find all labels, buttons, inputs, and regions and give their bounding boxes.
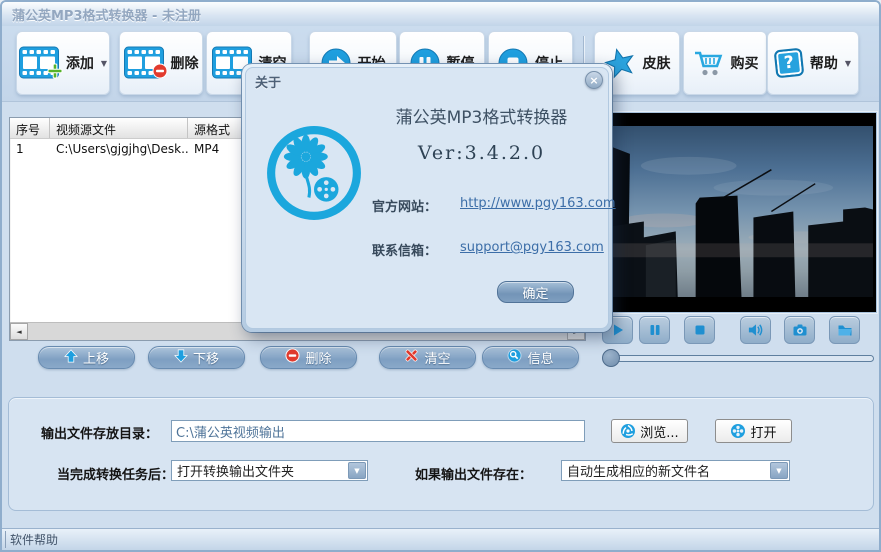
if-exists-select[interactable]: 自动生成相应的新文件名 ▼ xyxy=(561,460,790,481)
film-reel-icon xyxy=(731,424,746,438)
browse-label: 浏览... xyxy=(640,425,679,441)
about-app-name: 蒲公英MP3格式转换器 xyxy=(395,108,568,128)
seek-slider-track[interactable] xyxy=(610,355,874,362)
chevron-down-icon: ▼ xyxy=(844,58,852,68)
clear-list-button[interactable]: 清空 xyxy=(379,346,476,369)
move-down-button[interactable]: 下移 xyxy=(148,346,245,369)
arrow-down-icon xyxy=(174,349,188,367)
cell-path: C:\Users\gjgjhg\Desk... xyxy=(56,142,188,156)
red-x-icon xyxy=(404,348,419,367)
stop-icon xyxy=(695,325,704,335)
if-exists-value: 自动生成相应的新文件名 xyxy=(567,465,711,480)
output-dir-input[interactable] xyxy=(171,420,585,442)
about-version: Ver:3.4.2.0 xyxy=(417,142,546,164)
after-task-value: 打开转换输出文件夹 xyxy=(177,465,295,480)
info-label: 信息 xyxy=(527,352,554,367)
output-dir-label: 输出文件存放目录： xyxy=(41,427,159,442)
buy-button[interactable]: 购买 xyxy=(683,31,767,95)
after-task-select[interactable]: 打开转换输出文件夹 ▼ xyxy=(171,460,368,481)
film-delete-icon xyxy=(123,46,167,80)
minus-circle-icon xyxy=(285,348,301,367)
open-output-button[interactable]: 打开 xyxy=(715,419,792,443)
column-header-source-file[interactable]: 视频源文件 xyxy=(50,118,188,138)
video-preview xyxy=(600,112,877,313)
close-icon[interactable]: × xyxy=(585,71,603,89)
dialog-title: 关于 xyxy=(255,76,282,91)
browse-button[interactable]: 浏览... xyxy=(611,419,688,443)
move-down-label: 下移 xyxy=(192,352,219,367)
chevron-down-icon[interactable]: ▼ xyxy=(348,462,366,479)
window-title: 蒲公英MP3格式转换器 - 未注册 xyxy=(12,8,201,24)
folder-icon xyxy=(838,325,851,336)
pause-icon xyxy=(650,325,659,335)
chevron-down-icon: ▼ xyxy=(100,58,108,68)
help-label: 帮助 xyxy=(809,56,838,72)
scroll-left-button[interactable]: ◄ xyxy=(10,323,28,340)
move-up-label: 上移 xyxy=(82,352,109,367)
email-label: 联系信箱： xyxy=(372,244,438,259)
chevron-down-icon[interactable]: ▼ xyxy=(770,462,788,479)
skin-label: 皮肤 xyxy=(642,56,671,72)
question-icon: ? xyxy=(773,47,805,79)
email-link[interactable]: support@pgy163.com xyxy=(460,240,604,255)
dusk-skyline-image xyxy=(604,126,873,297)
pause-player-button[interactable] xyxy=(639,316,670,344)
video-frame xyxy=(604,126,873,297)
titlebar[interactable]: 蒲公英MP3格式转换器 - 未注册 xyxy=(2,2,879,26)
open-folder-button[interactable] xyxy=(829,316,860,344)
speaker-icon xyxy=(748,324,763,336)
camera-icon xyxy=(793,324,806,336)
aperture-icon xyxy=(621,424,636,438)
plus-badge-icon xyxy=(47,63,63,83)
play-icon xyxy=(613,324,623,336)
column-header-no[interactable]: 序号 xyxy=(10,118,50,138)
status-bar: 软件帮助 xyxy=(2,528,879,550)
remove-item-button[interactable]: 删除 xyxy=(260,346,357,369)
minus-badge-icon xyxy=(152,63,168,83)
app-window: 蒲公英MP3格式转换器 - 未注册 添加 ▼ 删除 清空 xyxy=(0,0,881,552)
delete-label: 删除 xyxy=(170,56,199,72)
help-button[interactable]: ? 帮助 ▼ xyxy=(767,31,859,95)
magnifier-icon xyxy=(507,348,523,367)
dandelion-logo xyxy=(265,124,363,226)
volume-button[interactable] xyxy=(740,316,771,344)
delete-button[interactable]: 删除 xyxy=(119,31,203,95)
buy-label: 购买 xyxy=(730,56,759,72)
cell-no: 1 xyxy=(16,142,24,156)
about-dialog: 关于 × 蒲公英MP3格式转换器 Ver:3.4.2.0 官方网站： http:… xyxy=(242,64,616,332)
snapshot-button[interactable] xyxy=(784,316,815,344)
status-help-text[interactable]: 软件帮助 xyxy=(5,531,58,548)
seek-slider-handle[interactable] xyxy=(602,349,620,367)
film-add-icon xyxy=(18,46,63,80)
ok-button[interactable]: 确定 xyxy=(497,281,574,303)
cart-icon xyxy=(692,49,724,77)
move-up-button[interactable]: 上移 xyxy=(38,346,135,369)
website-link[interactable]: http://www.pgy163.com xyxy=(460,196,616,211)
after-task-label: 当完成转换任务后： xyxy=(57,468,175,483)
stop-player-button[interactable] xyxy=(684,316,715,344)
website-label: 官方网站： xyxy=(372,200,438,215)
clear-list-label: 清空 xyxy=(424,352,451,367)
add-button[interactable]: 添加 ▼ xyxy=(16,31,110,95)
output-settings-group: 输出文件存放目录： 浏览... 打开 当完成转换任务后： 打开转换输出文件夹 ▼… xyxy=(8,397,874,511)
open-output-label: 打开 xyxy=(750,425,777,441)
remove-item-label: 删除 xyxy=(305,352,332,367)
info-button[interactable]: 信息 xyxy=(482,346,579,369)
if-exists-label: 如果输出文件存在： xyxy=(415,468,533,483)
arrow-up-icon xyxy=(64,348,78,367)
add-label: 添加 xyxy=(65,56,94,72)
